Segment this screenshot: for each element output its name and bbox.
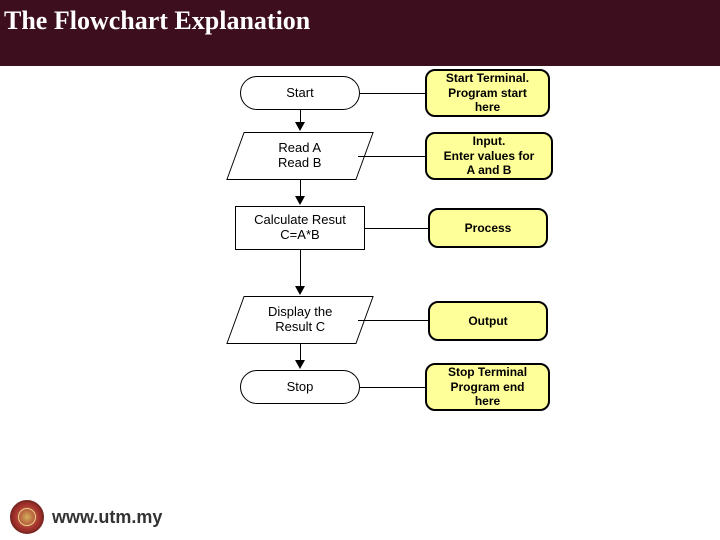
callout-process: Process	[428, 208, 548, 248]
node-stop-terminal: Stop	[240, 370, 360, 404]
node-input-parallelogram: Read A Read B	[226, 132, 373, 180]
callout-start: Start Terminal. Program start here	[425, 69, 550, 117]
connector-line	[360, 93, 425, 94]
node-start-label: Start	[286, 86, 313, 101]
callout-process-text: Process	[465, 221, 512, 235]
connector-line	[360, 387, 425, 388]
flow-arrow	[295, 286, 305, 295]
flow-arrow	[295, 122, 305, 131]
utm-logo-icon	[10, 500, 44, 534]
node-input-label: Read A Read B	[278, 141, 321, 171]
slide-title: The Flowchart Explanation	[0, 0, 720, 66]
footer-url: www.utm.my	[52, 507, 162, 528]
flow-arrow	[295, 360, 305, 369]
flow-arrow	[295, 196, 305, 205]
callout-stop: Stop Terminal Program end here	[425, 363, 550, 411]
node-stop-label: Stop	[287, 380, 314, 395]
callout-input: Input. Enter values for A and B	[425, 132, 553, 180]
connector-line	[358, 320, 428, 321]
callout-input-text: Input. Enter values for A and B	[444, 134, 535, 177]
node-process-rect: Calculate Resut C=A*B	[235, 206, 365, 250]
connector-line	[365, 228, 428, 229]
node-output-parallelogram: Display the Result C	[226, 296, 373, 344]
callout-output-text: Output	[468, 314, 507, 328]
callout-start-text: Start Terminal. Program start here	[446, 71, 529, 114]
diagram-area: Start Read A Read B Calculate Resut C=A*…	[0, 66, 720, 506]
callout-output: Output	[428, 301, 548, 341]
callout-stop-text: Stop Terminal Program end here	[448, 365, 527, 408]
flow-line	[300, 250, 301, 288]
footer: www.utm.my	[10, 500, 162, 534]
connector-line	[358, 156, 425, 157]
node-start-terminal: Start	[240, 76, 360, 110]
node-process-label: Calculate Resut C=A*B	[254, 213, 346, 243]
node-output-label: Display the Result C	[268, 305, 332, 335]
